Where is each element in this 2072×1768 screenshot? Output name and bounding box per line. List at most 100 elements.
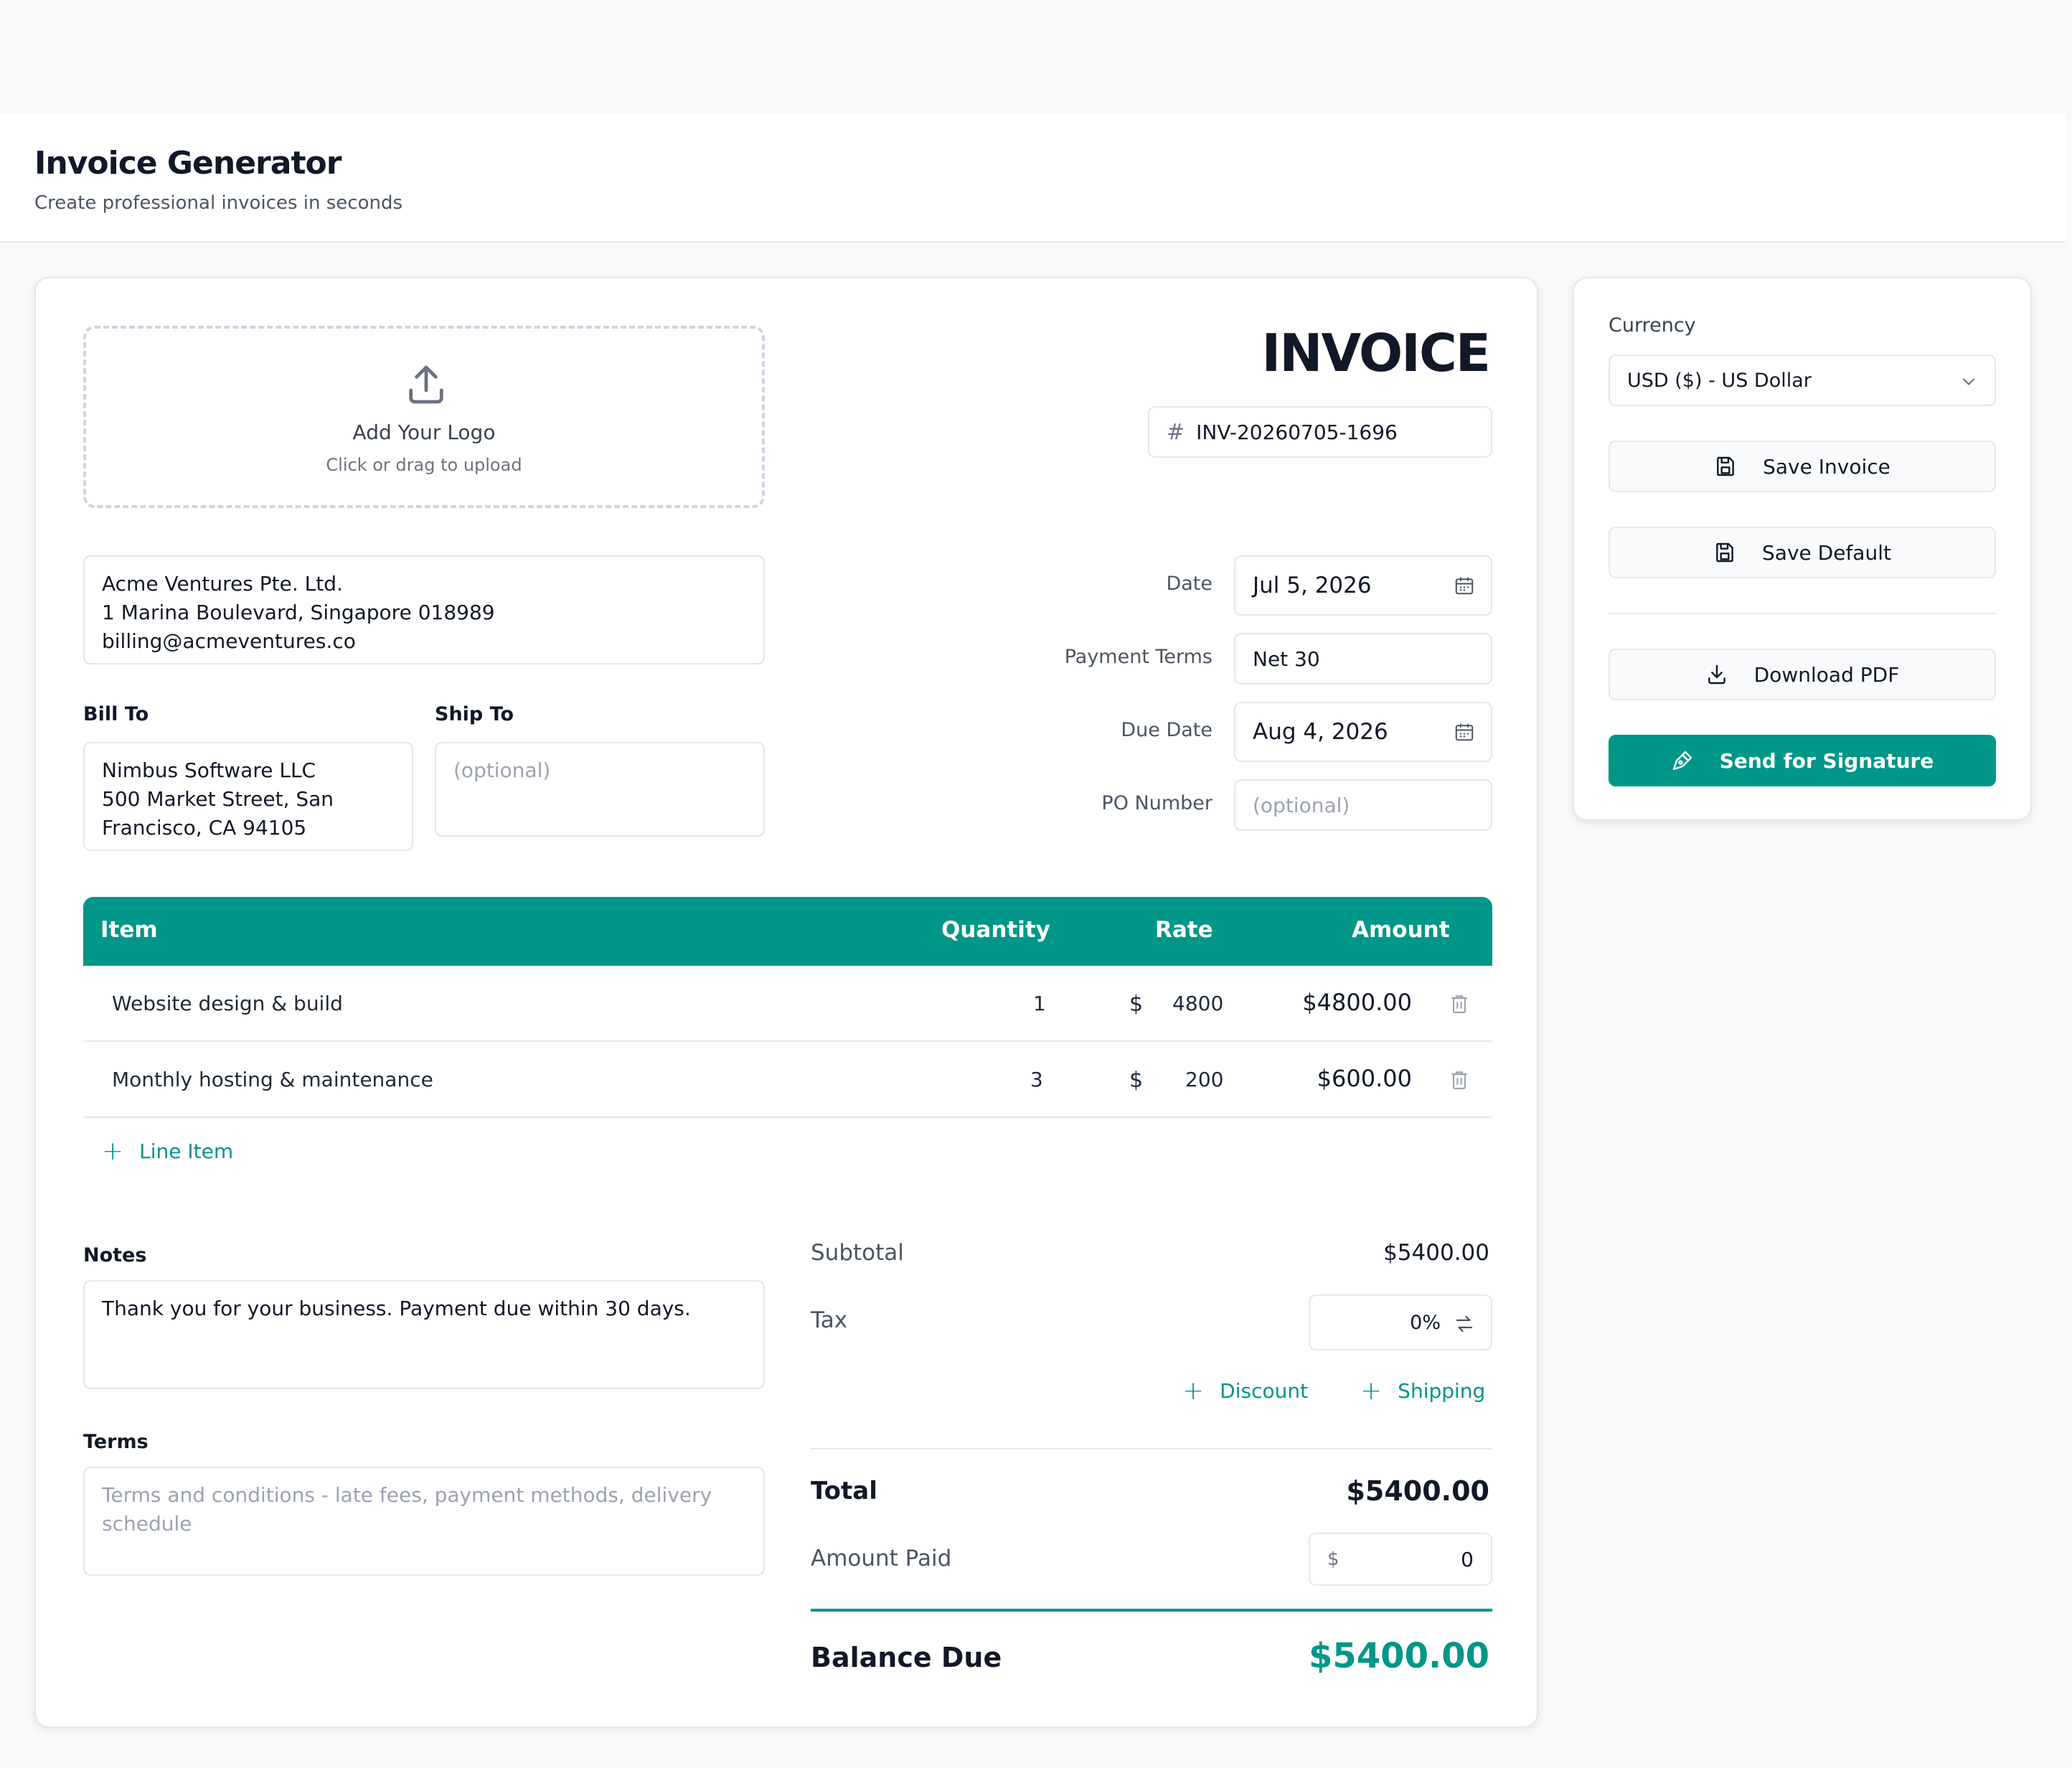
save-invoice-button[interactable]: Save Invoice: [1609, 441, 1996, 492]
terms-placeholder: Terms and conditions - late fees, paymen…: [102, 1483, 712, 1536]
add-line-item-label: Line Item: [139, 1139, 234, 1163]
date-value: Jul 5, 2026: [1253, 573, 1372, 598]
currency-label: Currency: [1609, 314, 1696, 337]
balance-due-value: $5400.00: [1308, 1636, 1489, 1676]
po-number-label: PO Number: [1101, 792, 1212, 814]
save-invoice-label: Save Invoice: [1763, 454, 1890, 479]
payment-terms-value: Net 30: [1253, 646, 1320, 671]
summary-divider: [811, 1448, 1492, 1449]
rate-currency: $: [1129, 1068, 1144, 1093]
download-pdf-button[interactable]: Download PDF: [1609, 649, 1996, 700]
page-title: Invoice Generator: [34, 145, 342, 182]
col-quantity: Quantity: [941, 917, 1050, 943]
po-number-placeholder: (optional): [1253, 793, 1350, 817]
due-date-input[interactable]: Aug 4, 2026: [1234, 702, 1492, 762]
table-row: Monthly hosting & maintenance 3 $ 200 $6…: [83, 1042, 1492, 1118]
trash-icon[interactable]: [1448, 992, 1471, 1016]
quantity-input[interactable]: 1: [1033, 992, 1046, 1015]
logo-upload-area[interactable]: Add Your Logo Click or drag to upload: [83, 326, 765, 508]
hash-icon: #: [1167, 419, 1185, 445]
add-discount-button[interactable]: + Discount: [1182, 1376, 1308, 1406]
upload-icon: [409, 365, 443, 404]
due-date-label: Due Date: [1121, 719, 1212, 741]
pen-tool-icon: [1672, 751, 1692, 771]
bill-to-line: 500 Market Street, San: [102, 787, 334, 811]
paid-currency: $: [1327, 1548, 1339, 1570]
total-value: $5400.00: [1346, 1475, 1489, 1507]
page-subtitle: Create professional invoices in seconds: [34, 192, 403, 214]
currency-select[interactable]: USD ($) - US Dollar: [1609, 354, 1996, 406]
logo-label: Add Your Logo: [352, 420, 496, 444]
from-line: 1 Marina Boulevard, Singapore 018989: [102, 601, 495, 624]
add-line-item-button[interactable]: + Line Item: [102, 1137, 233, 1166]
notes-value: Thank you for your business. Payment due…: [102, 1297, 691, 1320]
sidebar-panel: Currency USD ($) - US Dollar Save Invoic…: [1573, 277, 2032, 821]
subtotal-label: Subtotal: [811, 1240, 904, 1266]
due-date-value: Aug 4, 2026: [1253, 719, 1388, 745]
quantity-input[interactable]: 3: [1030, 1068, 1043, 1091]
ship-to-label: Ship To: [435, 703, 514, 725]
amount-paid-value: 0: [1461, 1547, 1474, 1571]
item-description-input[interactable]: Website design & build: [112, 992, 343, 1015]
date-input[interactable]: Jul 5, 2026: [1234, 555, 1492, 616]
rate-currency: $: [1129, 992, 1144, 1017]
trash-icon[interactable]: [1448, 1068, 1471, 1092]
amount-paid-label: Amount Paid: [811, 1546, 952, 1571]
notes-label: Notes: [83, 1244, 147, 1266]
invoice-number-value: INV-20260705-1696: [1196, 420, 1398, 444]
save-icon: [1716, 542, 1733, 563]
add-shipping-button[interactable]: + Shipping: [1360, 1376, 1485, 1406]
terms-label: Terms: [83, 1431, 149, 1453]
date-label: Date: [1166, 573, 1212, 595]
rate-input[interactable]: 200: [1185, 1068, 1223, 1091]
table-row: Website design & build 1 $ 4800 $4800.00: [83, 966, 1492, 1042]
amount-paid-input[interactable]: $ 0: [1309, 1533, 1492, 1586]
rate-input[interactable]: 4800: [1172, 992, 1223, 1015]
bill-to-textarea[interactable]: Nimbus Software LLC 500 Market Street, S…: [83, 742, 413, 851]
subtotal-value: $5400.00: [1383, 1240, 1489, 1266]
bill-to-line: Francisco, CA 94105: [102, 816, 307, 840]
balance-divider: [811, 1609, 1492, 1612]
plus-icon: +: [1182, 1376, 1205, 1406]
calendar-icon[interactable]: [1454, 575, 1475, 596]
tax-input[interactable]: 0%: [1309, 1294, 1492, 1350]
bill-to-label: Bill To: [83, 703, 149, 725]
invoice-card: Add Your Logo Click or drag to upload IN…: [34, 277, 1538, 1728]
from-line: Acme Ventures Pte. Ltd.: [102, 572, 343, 596]
payment-terms-input[interactable]: Net 30: [1234, 633, 1492, 685]
app-header: Invoice Generator Create professional in…: [0, 115, 2066, 243]
line-amount: $600.00: [1317, 1065, 1412, 1092]
add-shipping-label: Shipping: [1398, 1379, 1486, 1403]
terms-textarea[interactable]: Terms and conditions - late fees, paymen…: [83, 1467, 765, 1576]
col-amount: Amount: [1352, 917, 1450, 943]
col-item: Item: [100, 917, 158, 943]
send-for-signature-button[interactable]: Send for Signature: [1609, 735, 1996, 786]
invoice-number-input[interactable]: # INV-20260705-1696: [1148, 406, 1492, 458]
chevron-down-icon: [1962, 378, 1975, 385]
total-label: Total: [811, 1477, 877, 1505]
po-number-input[interactable]: (optional): [1234, 779, 1492, 831]
download-icon: [1708, 664, 1725, 685]
plus-icon: +: [102, 1137, 124, 1166]
from-line: billing@acmeventures.co: [102, 629, 356, 653]
from-address-textarea[interactable]: Acme Ventures Pte. Ltd. 1 Marina Bouleva…: [83, 555, 765, 664]
item-description-input[interactable]: Monthly hosting & maintenance: [112, 1068, 433, 1091]
ship-to-placeholder: (optional): [453, 758, 551, 782]
invoice-heading: INVOICE: [1261, 323, 1491, 383]
send-for-signature-label: Send for Signature: [1719, 748, 1934, 773]
swap-icon[interactable]: [1454, 1313, 1475, 1335]
download-pdf-label: Download PDF: [1753, 662, 1900, 687]
ship-to-textarea[interactable]: (optional): [435, 742, 765, 837]
save-default-label: Save Default: [1762, 540, 1891, 565]
col-rate: Rate: [1155, 917, 1213, 943]
save-default-button[interactable]: Save Default: [1609, 527, 1996, 578]
calendar-icon[interactable]: [1454, 721, 1475, 743]
tax-label: Tax: [811, 1307, 848, 1333]
payment-terms-label: Payment Terms: [1064, 646, 1212, 668]
sidebar-divider: [1609, 613, 1996, 614]
notes-textarea[interactable]: Thank you for your business. Payment due…: [83, 1280, 765, 1389]
save-icon: [1717, 456, 1734, 476]
plus-icon: +: [1360, 1376, 1383, 1406]
line-amount: $4800.00: [1302, 989, 1412, 1016]
logo-hint: Click or drag to upload: [326, 455, 522, 475]
